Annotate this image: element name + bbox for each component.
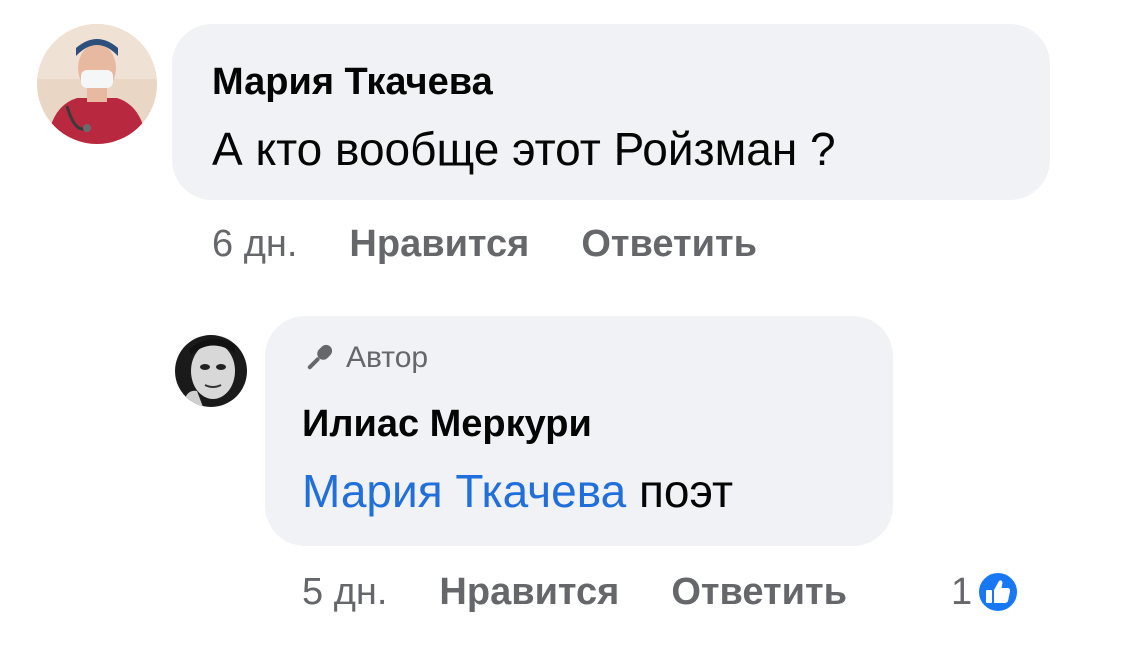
microphone-icon	[307, 344, 333, 370]
reply-button[interactable]: Ответить	[581, 222, 757, 266]
comment-bubble: Мария Ткачева А кто вообще этот Ройзман …	[172, 24, 1050, 200]
comment-text: Мария Ткачева поэт	[302, 464, 733, 518]
avatar-photo-nurse	[37, 24, 157, 144]
comment-author[interactable]: Мария Ткачева	[212, 60, 493, 104]
comment-timestamp[interactable]: 6 дн.	[212, 222, 297, 266]
like-button[interactable]: Нравится	[349, 222, 529, 266]
avatar[interactable]	[175, 335, 247, 407]
comment-actions: 6 дн. Нравится Ответить	[212, 222, 757, 266]
author-badge: Автор	[302, 340, 428, 376]
comment-timestamp[interactable]: 5 дн.	[302, 570, 387, 614]
reply-button[interactable]: Ответить	[671, 570, 847, 614]
like-thumb-icon	[977, 571, 1020, 613]
like-count: 1	[950, 571, 973, 613]
comment-text: А кто вообще этот Ройзман ?	[212, 123, 836, 175]
avatar[interactable]	[37, 24, 157, 144]
mention-link[interactable]: Мария Ткачева	[302, 465, 626, 517]
like-button[interactable]: Нравится	[439, 570, 619, 614]
author-badge-label: Автор	[346, 341, 429, 374]
comment-bubble: Автор Илиас Меркури Мария Ткачева поэт	[265, 316, 893, 546]
comment-actions: 5 дн. Нравится Ответить 1	[302, 570, 1020, 614]
avatar-photo-man	[175, 335, 247, 407]
reaction-summary[interactable]: 1	[951, 570, 1020, 614]
comment-text-body: поэт	[639, 465, 734, 517]
comment-author[interactable]: Илиас Меркури	[302, 402, 592, 446]
